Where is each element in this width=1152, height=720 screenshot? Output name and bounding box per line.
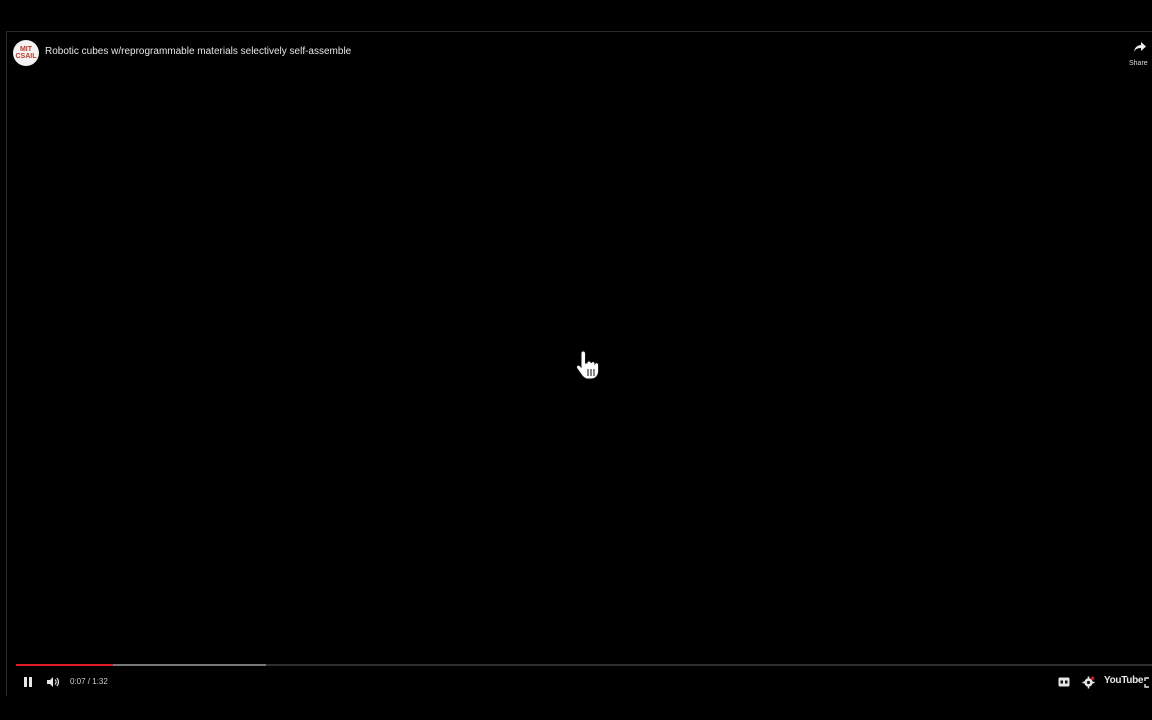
pause-icon [24, 677, 32, 687]
share-icon [1134, 42, 1146, 52]
duration: 1:32 [92, 677, 108, 686]
player-controls: 0:07 / 1:32 YouTube [7, 668, 1152, 696]
video-title[interactable]: Robotic cubes w/reprogrammable materials… [45, 46, 351, 57]
share-button[interactable]: Share [1129, 41, 1152, 71]
progress-played [16, 664, 113, 666]
play-pause-button[interactable] [19, 672, 37, 692]
time-display: 0:07 / 1:32 [70, 677, 108, 686]
volume-icon [47, 677, 60, 687]
video-player[interactable]: MIT CSAIL Robotic cubes w/reprogrammable… [6, 31, 1152, 696]
progress-bar[interactable] [16, 664, 1152, 666]
captions-button[interactable] [1057, 672, 1071, 692]
settings-button[interactable] [1081, 672, 1095, 692]
mute-button[interactable] [44, 672, 62, 692]
channel-avatar-logo: MIT CSAIL [15, 46, 37, 60]
youtube-logo[interactable]: YouTube [1104, 675, 1144, 686]
share-label: Share [1129, 60, 1148, 67]
current-time: 0:07 [70, 677, 86, 686]
settings-icon [1082, 676, 1094, 688]
fullscreen-button[interactable] [1144, 672, 1152, 692]
channel-avatar[interactable]: MIT CSAIL [13, 40, 39, 66]
fullscreen-icon [1144, 676, 1149, 688]
player-top-bar: MIT CSAIL Robotic cubes w/reprogrammable… [7, 32, 1152, 74]
captions-icon [1058, 677, 1070, 687]
hand-cursor-icon [576, 350, 600, 380]
